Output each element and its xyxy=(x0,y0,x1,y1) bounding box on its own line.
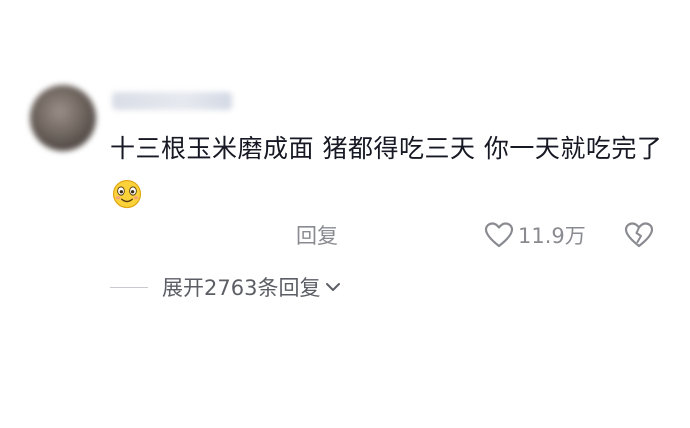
reply-label: 回复 xyxy=(296,224,338,248)
divider-line xyxy=(110,286,148,288)
chevron-down-icon xyxy=(326,283,341,291)
comment-text: 十三根玉米磨成面 猪都得吃三天 你一天就吃完了 xyxy=(110,134,663,163)
broken-heart-icon xyxy=(624,222,654,248)
comment-item: 十三根玉米磨成面 猪都得吃三天 你一天就吃完了 回复 11.9万 展开2763条… xyxy=(0,0,690,428)
username-blurred[interactable] xyxy=(112,92,232,110)
like-button[interactable]: 11.9万 xyxy=(484,218,586,252)
heart-outline-icon xyxy=(484,222,514,248)
avatar[interactable] xyxy=(30,85,96,151)
dislike-button[interactable] xyxy=(624,218,654,252)
comment-body: 十三根玉米磨成面 猪都得吃三天 你一天就吃完了 xyxy=(110,126,670,218)
blushing-smile-emoji-icon xyxy=(112,179,142,209)
like-count: 11.9万 xyxy=(518,224,586,248)
expand-replies-label: 展开2763条回复 xyxy=(162,276,321,300)
expand-replies-button[interactable]: 展开2763条回复 xyxy=(110,270,342,304)
reply-button[interactable]: 回复 xyxy=(296,218,338,252)
